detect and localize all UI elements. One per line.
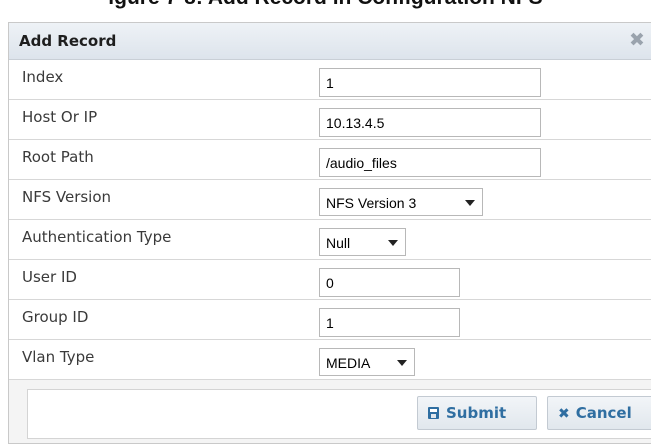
nfs-version-value: NFS Version 3 [326,195,417,211]
authentication-type-select[interactable]: Null [319,228,406,256]
host-or-ip-input[interactable]: 10.13.4.5 [319,108,541,137]
field-row-nfs-version: NFS Version NFS Version 3 [9,180,651,220]
submit-button[interactable]: Submit [417,396,537,430]
save-icon [428,407,439,419]
index-input[interactable]: 1 [319,68,541,97]
dialog-footer: Submit ✖ Cancel [27,389,651,439]
dialog-title: Add Record [19,32,117,50]
root-path-input[interactable]: /audio_files [319,148,541,177]
nfs-version-select[interactable]: NFS Version 3 [319,188,483,216]
add-record-dialog: Add Record ✖ Index 1 Host Or IP 10.13.4.… [8,22,651,444]
close-icon[interactable]: ✖ [627,29,647,51]
field-label-index: Index [22,68,64,86]
chevron-down-icon [388,240,398,246]
vlan-type-value: MEDIA [326,355,371,371]
field-row-index: Index 1 [9,60,651,100]
submit-label: Submit [446,404,507,422]
figure-caption: igure 7-8: Add Record in Configuration N… [0,0,651,10]
cancel-label: Cancel [575,404,632,422]
authentication-type-value: Null [326,235,351,251]
x-icon: ✖ [558,406,570,422]
field-label-root-path: Root Path [22,148,94,166]
field-label-nfs-version: NFS Version [22,188,112,206]
field-row-group-id: Group ID 1 [9,300,651,340]
form-fields: Index 1 Host Or IP 10.13.4.5 Root Path /… [9,60,651,380]
field-label-authentication-type: Authentication Type [22,228,172,246]
field-row-authentication-type: Authentication Type Null [9,220,651,260]
cancel-button[interactable]: ✖ Cancel [547,396,651,430]
chevron-down-icon [397,360,407,366]
group-id-input[interactable]: 1 [319,308,460,337]
field-label-group-id: Group ID [22,308,89,326]
field-row-vlan-type: Vlan Type MEDIA [9,340,651,380]
field-row-user-id: User ID 0 [9,260,651,300]
field-label-user-id: User ID [22,268,77,286]
chevron-down-icon [465,200,475,206]
dialog-titlebar: Add Record ✖ [9,23,651,60]
field-row-host-or-ip: Host Or IP 10.13.4.5 [9,100,651,140]
user-id-input[interactable]: 0 [319,268,460,297]
field-label-host-or-ip: Host Or IP [22,108,98,126]
field-row-root-path: Root Path /audio_files [9,140,651,180]
vlan-type-select[interactable]: MEDIA [319,348,415,376]
field-label-vlan-type: Vlan Type [22,348,95,366]
